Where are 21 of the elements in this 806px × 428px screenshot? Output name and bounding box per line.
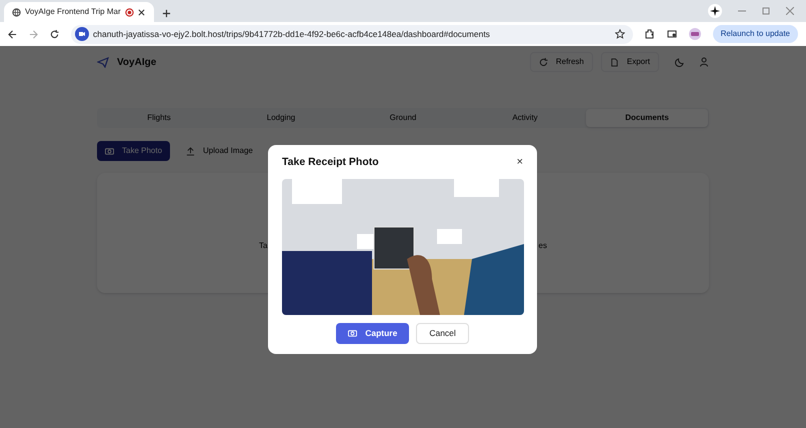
tab[interactable]: Flights: [98, 109, 220, 127]
empty-text-fragment: es: [538, 240, 547, 252]
tab[interactable]: Ground: [342, 109, 464, 127]
relaunch-button[interactable]: Relaunch to update: [712, 25, 798, 43]
tab-title: VoyAIge Frontend Trip Mar: [25, 6, 121, 18]
dialog-title: Take Receipt Photo: [282, 155, 379, 170]
take-photo-button[interactable]: Take Photo: [97, 141, 170, 161]
capture-button[interactable]: Capture: [336, 322, 410, 344]
export-button[interactable]: Export: [600, 52, 659, 72]
browser-tab[interactable]: VoyAIge Frontend Trip Mar: [4, 2, 154, 22]
tab[interactable]: Lodging: [220, 109, 342, 127]
cancel-button[interactable]: Cancel: [416, 322, 469, 344]
upload-image-button[interactable]: Upload Image: [178, 141, 261, 161]
refresh-button[interactable]: Refresh: [530, 52, 593, 72]
close-button[interactable]: ×: [516, 157, 523, 168]
empty-text-fragment: Ta: [259, 240, 268, 252]
app-logo: VoyAIge: [117, 56, 156, 70]
tab[interactable]: Documents: [586, 109, 708, 127]
url-text: chanuth-jayatissa-vo-ejy2.bolt.host/trips/9b41772b-dd1e-4f92-be6c-acfb4ce148ea/dashboard#documents: [93, 28, 490, 40]
tab[interactable]: Activity: [464, 109, 586, 127]
address-bar[interactable]: chanuth-jayatissa-vo-ejy2.bolt.host/trips/9b41772b-dd1e-4f92-be6c-acfb4ce148ea/dashboard#documents: [71, 24, 633, 44]
